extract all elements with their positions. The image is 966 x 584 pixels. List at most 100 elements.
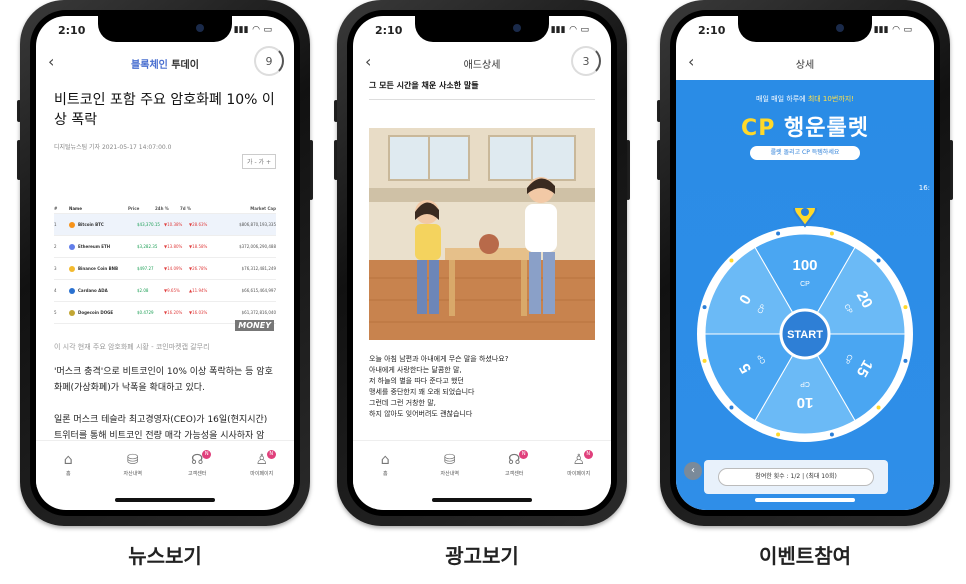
tab-label: 홈 <box>382 471 388 477</box>
scroll-left-icon[interactable]: ‹ <box>684 462 702 480</box>
pointer-dot <box>801 208 809 216</box>
tab-headset[interactable]: ☊ N 고객센터 <box>494 450 534 477</box>
tab-label: 마이페이지 <box>250 471 274 477</box>
logo-part-b: 투데이 <box>171 59 199 71</box>
battery-icon: ▭ <box>263 25 272 35</box>
cell-num: 4 <box>54 288 57 293</box>
ad-appbar: ‹ 애드상세 3 <box>353 46 611 80</box>
cell-mcap: $76,312,481,249 <box>241 266 276 271</box>
tab-home[interactable]: ⌂ 홈 <box>48 452 88 477</box>
font-size-control[interactable]: 가 - 가 + <box>242 154 276 169</box>
event-title: CP 행운룰렛 <box>676 110 934 142</box>
coin-icon <box>69 287 75 294</box>
cell-7d: ▼28.63% <box>189 222 208 227</box>
cell-name: Cardano ADA <box>78 288 108 293</box>
label-news: 뉴스보기 <box>128 544 202 568</box>
back-icon[interactable]: ‹ <box>48 52 54 71</box>
start-button[interactable]: START <box>787 329 823 341</box>
status-time: 2:10 <box>375 23 403 37</box>
cell-24h: ▼10.38% <box>164 222 183 227</box>
coin-icon <box>69 221 75 228</box>
tab-label: 자산내역 <box>440 471 459 477</box>
wheel-segment-value: 10 <box>797 394 814 411</box>
status-icons: ▮▮▮ ◠ ▭ <box>551 25 589 35</box>
status-bar: 2:10 ▮▮▮ ◠ ▭ <box>676 16 934 44</box>
wheel-rim-dot <box>702 305 707 310</box>
cell-mcap: $806,870,193,335 <box>239 222 276 227</box>
tab-headset[interactable]: ☊ N 고객센터 <box>177 450 217 477</box>
event-pill: 룰렛 돌리고 CP 득템하세요 <box>750 146 860 160</box>
watermark-logo: MONEY <box>235 320 274 331</box>
view-counter: 3 <box>571 46 601 76</box>
battery-icon: ▭ <box>903 25 912 35</box>
tab-coins[interactable]: ⛁ 자산내역 <box>113 452 153 477</box>
back-icon[interactable]: ‹ <box>688 52 694 71</box>
news-logo: 블록체인 투데이 <box>131 56 199 71</box>
signal-icon: ▮▮▮ <box>233 25 249 35</box>
ad-text-line: 저 하늘의 별을 따다 준다고 했던 <box>369 377 464 385</box>
cell-name: Dogecoin DOGE <box>78 310 114 315</box>
ad-heading: 그 모든 시간을 채운 사소한 말들 <box>369 80 595 100</box>
crypto-table: # Name Price 24h % 7d % Market Cap 1 Bitc… <box>54 204 276 324</box>
wheel-rim-dot <box>903 358 908 363</box>
tab-label: 마이페이지 <box>567 471 591 477</box>
article-title: 비트코인 포함 주요 암호화폐 10% 이상 폭락 <box>54 92 275 128</box>
cell-24h: ▼13.80% <box>164 244 183 249</box>
status-time: 2:10 <box>698 23 726 37</box>
battery-icon: ▭ <box>580 25 589 35</box>
home-indicator <box>755 498 855 502</box>
tab-home[interactable]: ⌂ 홈 <box>365 452 405 477</box>
cell-name: Ethereum ETH <box>78 244 111 249</box>
phone-ad: 2:10 ▮▮▮ ◠ ▭ ‹ 애드상세 3 그 모든 시간을 채운 사소한 말들 <box>334 0 630 526</box>
cell-name: Bitcoin BTC <box>78 222 104 227</box>
wheel-rim-dot <box>903 305 908 310</box>
col-mcap: Market Cap <box>250 206 276 211</box>
wheel-rim-dot <box>829 231 834 236</box>
cell-24h: ▼14.09% <box>164 266 183 271</box>
event-screen: 2:10 ▮▮▮ ◠ ▭ ‹ 상세 매일 매일 하루에 최대 10번까지! CP… <box>676 16 934 510</box>
wheel-segment-unit: CP <box>800 380 810 387</box>
table-row: 2 Ethereum ETH $3,282.35 ▼13.80% ▼18.58% $372… <box>54 236 276 258</box>
view-counter: 9 <box>254 46 284 76</box>
roulette-wheel[interactable]: 100 CP 20 CP 15 CP 10 CP 5 CP 0 CP START <box>692 195 918 444</box>
col-price: Price <box>128 206 140 211</box>
bottom-tab-bar: ⌂ 홈 ⛁ 자산내역 ☊ N 고객센터 ♙ N 마이페이지 <box>36 440 294 488</box>
notification-badge: N <box>202 450 212 459</box>
participation-panel: 참여한 횟수 : 1/2 | (최대 10회) <box>704 460 888 494</box>
article-paragraph-2: 일론 머스크 테슬라 최고경영자(CEO)가 16일(현지시간) 트위터를 통해… <box>54 415 268 441</box>
tab-user[interactable]: ♙ N 마이페이지 <box>242 450 282 477</box>
wheel-rim-dot <box>729 405 734 410</box>
home-indicator <box>115 498 215 502</box>
wifi-icon: ◠ <box>569 25 577 35</box>
tab-label: 고객센터 <box>188 471 207 477</box>
ad-illustration <box>369 128 595 340</box>
cell-7d: ▲11.94% <box>189 288 208 293</box>
tab-coins[interactable]: ⛁ 자산내역 <box>430 452 470 477</box>
wheel-rim-dot <box>729 258 734 263</box>
status-time: 2:10 <box>58 23 86 37</box>
cell-num: 1 <box>54 222 57 227</box>
event-subtitle-a: 매일 매일 하루에 <box>756 95 808 103</box>
ad-page-title: 애드상세 <box>463 59 501 71</box>
home-indicator <box>432 498 532 502</box>
event-page-title: 상세 <box>795 59 815 71</box>
coin-icon <box>69 243 75 250</box>
back-icon[interactable]: ‹ <box>365 52 371 71</box>
logo-part-a: 블록체인 <box>131 59 168 71</box>
label-ad: 광고보기 <box>445 544 519 568</box>
cell-num: 3 <box>54 266 57 271</box>
phone-news: 2:10 ▮▮▮ ◠ ▭ ‹ 블록체인 투데이 9 비트코인 포함 주요 암호화… <box>17 0 313 526</box>
cell-price: $0.4729 <box>137 310 154 315</box>
event-subtitle-b: 최대 10번까지! <box>807 95 854 103</box>
coin-icon <box>69 265 75 272</box>
col-7d: 7d % <box>180 206 192 211</box>
tab-user[interactable]: ♙ N 마이페이지 <box>559 450 599 477</box>
wifi-icon: ◠ <box>892 25 900 35</box>
coin-icon <box>69 309 75 316</box>
notification-badge: N <box>519 450 529 459</box>
news-screen: 2:10 ▮▮▮ ◠ ▭ ‹ 블록체인 투데이 9 비트코인 포함 주요 암호화… <box>36 16 294 510</box>
label-event: 이벤트참여 <box>759 544 851 568</box>
cell-24h: ▼16.20% <box>164 310 183 315</box>
table-header: # Name Price 24h % 7d % Market Cap <box>54 204 276 214</box>
table-row: 4 Cardano ADA $2.08 ▼9.65% ▲11.94% $66,615,46… <box>54 280 276 302</box>
